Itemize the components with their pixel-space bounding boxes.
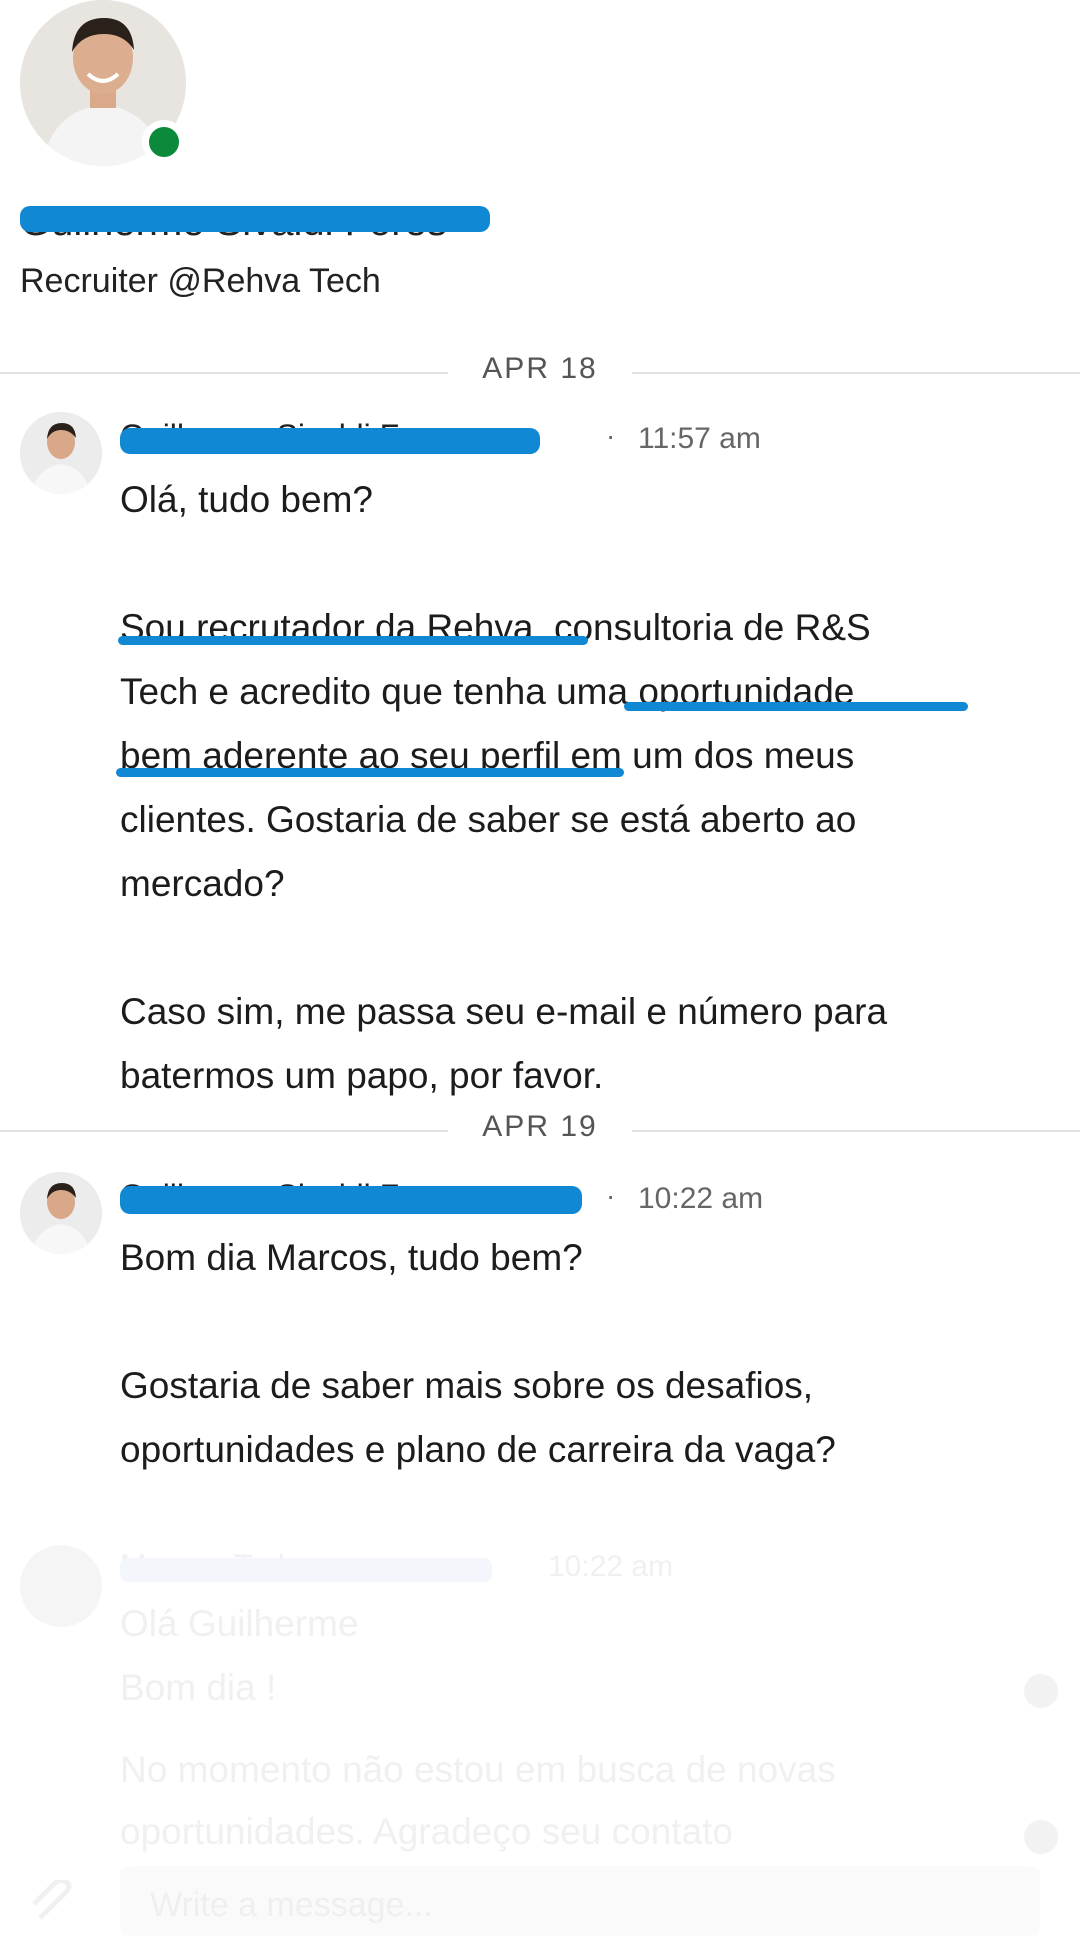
highlight-underline [116,768,624,777]
sender-name[interactable]: Guilherme Sivaldi Fores [120,418,585,466]
message-body-line: oportunidades. Agradeço seu contato [120,1811,734,1852]
separator-dot: · [606,1180,616,1211]
sender-name[interactable]: Guilherme Sivaldi Fores [120,1178,585,1226]
message-input-placeholder: Write a message... [150,1886,433,1924]
message-body: Bom dia Marcos, tudo bem? Gostaria de sa… [120,1237,836,1470]
sender-name[interactable]: Marcos Tadeu [120,1548,500,1588]
message-timestamp: 10:22 am [638,1182,764,1215]
date-label: APR 19 [482,1110,598,1143]
date-label: APR 18 [482,352,598,385]
message-body-line: No momento não estou em busca de novas [120,1749,836,1790]
message-body-line: Bom dia ! [120,1667,277,1708]
sender-avatar[interactable] [20,1545,102,1627]
message-body-line: Olá Guilherme [120,1603,359,1644]
date-separator: APR 19 [0,1110,1080,1150]
read-receipt-icon [1024,1674,1058,1708]
sender-avatar[interactable] [20,1172,102,1254]
sender-avatar[interactable] [20,412,102,494]
name-redaction [20,206,490,232]
name-redaction [120,428,540,454]
read-receipt-icon [1024,1820,1058,1854]
separator-dot: · [606,420,616,451]
message-body: Olá, tudo bem? Sou recrutador da Rehva, … [120,479,888,1096]
name-redaction [120,1558,492,1582]
highlight-underline [624,702,968,711]
date-separator: APR 18 [0,352,1080,392]
highlight-underline [118,636,588,645]
attachment-icon[interactable] [30,1877,80,1920]
profile-name[interactable]: Guilherme Sivaldi Fores [20,192,490,252]
message-input[interactable]: Write a message... [120,1866,1040,1936]
name-redaction [120,1186,582,1214]
message-timestamp: 10:22 am [548,1550,674,1583]
online-status-indicator [142,120,186,164]
profile-headline: Recruiter @Rehva Tech [20,262,381,300]
message-timestamp: 11:57 am [638,422,761,455]
